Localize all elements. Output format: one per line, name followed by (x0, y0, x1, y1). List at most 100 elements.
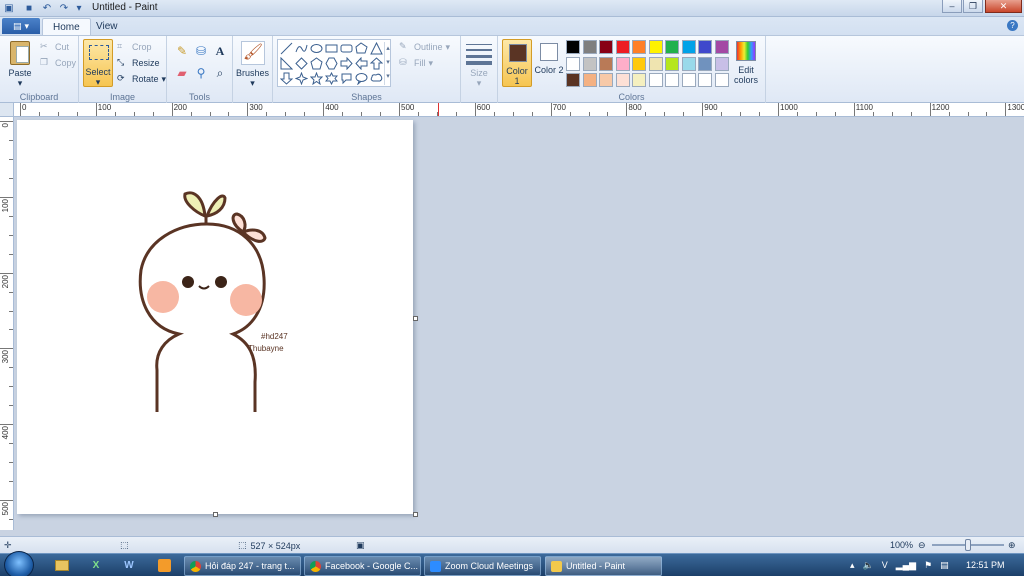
excel-icon[interactable]: X (84, 556, 108, 575)
edit-colors-label[interactable]: Edit colors (729, 65, 763, 85)
palette-swatch[interactable] (582, 56, 597, 71)
palette-swatch[interactable] (615, 56, 630, 71)
eraser-icon[interactable]: ▰ (173, 64, 191, 82)
palette-swatch[interactable] (681, 56, 696, 71)
palette-swatch[interactable] (632, 40, 646, 54)
task-chrome-facebook[interactable]: Facebook - Google C... (304, 556, 421, 576)
rounded-callout-shape-icon[interactable] (340, 72, 353, 85)
palette-swatch[interactable] (665, 56, 679, 71)
color2-button[interactable]: Color 2 (534, 39, 564, 87)
resize-button[interactable]: ⤡ Resize (117, 57, 160, 69)
chevron-down-icon[interactable]: ▾ (0, 78, 40, 89)
oval-callout-shape-icon[interactable] (355, 72, 368, 85)
tab-home[interactable]: Home (42, 18, 91, 35)
crop-button[interactable]: ⌗ Crop (117, 41, 152, 53)
palette-swatch[interactable] (582, 73, 597, 87)
palette-swatch[interactable] (599, 73, 613, 87)
paint-menu-button[interactable]: ▤ ▾ (2, 18, 40, 34)
explorer-icon[interactable] (50, 556, 74, 575)
palette-swatch[interactable] (648, 56, 663, 71)
palette-swatch[interactable] (665, 40, 679, 54)
copy-button[interactable]: ❐ Copy (40, 57, 76, 69)
palette-swatch[interactable] (714, 73, 729, 87)
shapes-scroll[interactable]: ▴ ▾ ▾ (384, 42, 391, 85)
fill-button[interactable]: ⛁ Fill ▾ (399, 57, 433, 69)
task-chrome-hoidap[interactable]: Hỏi đáp 247 - trang t... (184, 556, 301, 576)
diamond-shape-icon[interactable] (295, 57, 308, 70)
cloud-callout-shape-icon[interactable] (370, 72, 383, 85)
palette-swatch[interactable] (566, 56, 580, 71)
printer-icon[interactable]: ▤ (940, 560, 949, 571)
color-picker-icon[interactable]: ⚲ (192, 64, 210, 82)
edit-colors-icon[interactable] (736, 41, 756, 61)
clock[interactable]: 12:51 PM (966, 560, 1005, 570)
four-point-star-shape-icon[interactable] (295, 72, 308, 85)
palette-swatch[interactable] (632, 56, 646, 71)
keyboard-icon[interactable]: V (882, 560, 888, 570)
task-paint[interactable]: Untitled - Paint (545, 556, 662, 576)
palette-swatch[interactable] (698, 56, 712, 71)
polygon-shape-icon[interactable] (355, 42, 368, 55)
down-arrow-shape-icon[interactable] (280, 72, 293, 85)
media-player-icon[interactable] (152, 556, 176, 575)
zoom-in-button[interactable]: ⊕ (1008, 540, 1016, 551)
help-icon[interactable]: ? (1007, 20, 1018, 31)
text-tool-icon[interactable]: A (211, 42, 229, 60)
volume-icon[interactable]: 🔈 (863, 560, 874, 571)
close-button[interactable]: ✕ (985, 0, 1022, 13)
action-center-icon[interactable]: ⚑ (924, 560, 932, 571)
right-arrow-shape-icon[interactable] (340, 57, 353, 70)
task-zoom[interactable]: Zoom Cloud Meetings (424, 556, 541, 576)
drawing-canvas[interactable]: #hd247 Thubayne (17, 120, 418, 517)
word-icon[interactable]: W (117, 556, 141, 575)
rounded-rectangle-shape-icon[interactable] (340, 42, 353, 55)
resize-handle-bottom[interactable] (213, 512, 218, 517)
fill-bucket-icon[interactable]: ⛁ (192, 42, 210, 60)
palette-swatch[interactable] (714, 40, 729, 54)
color1-button[interactable]: Color 1 (502, 39, 532, 87)
outline-button[interactable]: ✎ Outline ▾ (399, 41, 450, 53)
zoom-out-button[interactable]: ⊖ (918, 540, 926, 551)
hexagon-shape-icon[interactable] (325, 57, 338, 70)
redo-icon[interactable]: ↷ (57, 1, 71, 15)
select-button[interactable]: Select ▾ (83, 39, 113, 87)
paste-button-label[interactable]: Paste (0, 68, 40, 78)
palette-swatch[interactable] (615, 40, 630, 54)
cut-button[interactable]: ✂ Cut (40, 41, 69, 53)
show-hidden-icons[interactable]: ▴ (850, 560, 855, 571)
brushes-group[interactable]: 🖌 Brushes ▾ (233, 36, 273, 104)
palette-swatch[interactable] (714, 56, 729, 71)
rectangle-shape-icon[interactable] (325, 42, 338, 55)
save-icon[interactable]: ■ (22, 1, 36, 15)
left-arrow-shape-icon[interactable] (355, 57, 368, 70)
palette-swatch[interactable] (599, 40, 613, 54)
palette-swatch[interactable] (582, 40, 597, 54)
pentagon-shape-icon[interactable] (310, 57, 323, 70)
paint-app-icon[interactable]: ▣ (2, 1, 16, 15)
tab-view[interactable]: View (86, 18, 128, 35)
network-icon[interactable]: ▂▄▆ (896, 560, 916, 571)
customize-quick-access-icon[interactable]: ▾ (72, 1, 86, 15)
pencil-icon[interactable]: ✎ (173, 42, 191, 60)
right-triangle-shape-icon[interactable] (280, 57, 293, 70)
resize-handle-right[interactable] (413, 316, 418, 321)
resize-handle-corner[interactable] (413, 512, 418, 517)
palette-swatch[interactable] (599, 56, 613, 71)
line-shape-icon[interactable] (280, 42, 293, 55)
palette-swatch[interactable] (632, 73, 646, 87)
palette-swatch[interactable] (681, 73, 696, 87)
rotate-button[interactable]: ⟳ Rotate ▾ (117, 73, 166, 85)
six-point-star-shape-icon[interactable] (325, 72, 338, 85)
minimize-button[interactable]: – (942, 0, 962, 13)
up-arrow-shape-icon[interactable] (370, 57, 383, 70)
palette-swatch[interactable] (615, 73, 630, 87)
start-button[interactable] (4, 551, 34, 576)
palette-swatch[interactable] (648, 40, 663, 54)
undo-icon[interactable]: ↶ (40, 1, 54, 15)
palette-swatch[interactable] (698, 73, 712, 87)
oval-shape-icon[interactable] (310, 42, 323, 55)
curve-shape-icon[interactable] (295, 42, 308, 55)
palette-swatch[interactable] (648, 73, 663, 87)
palette-swatch[interactable] (566, 73, 580, 87)
maximize-button[interactable]: ❐ (963, 0, 983, 13)
